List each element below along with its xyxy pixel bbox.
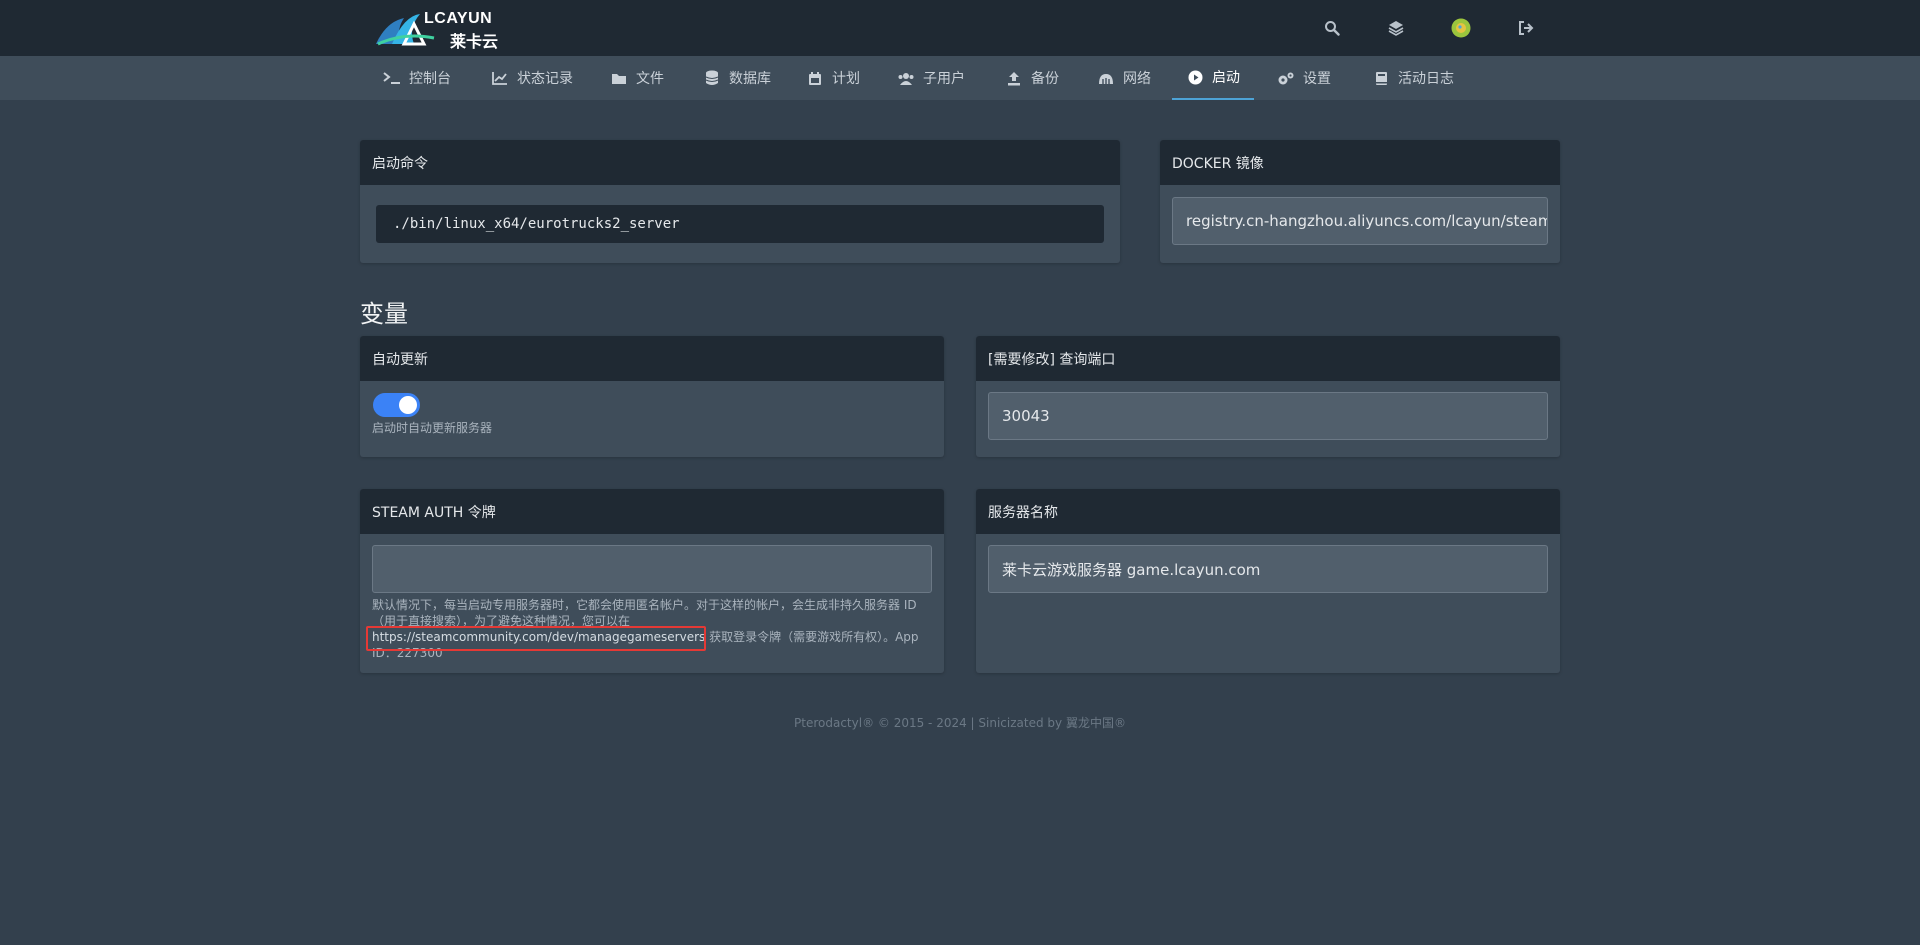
footer-copyright: Pterodactyl® © 2015 - 2024 | Sinicizated…: [794, 716, 1126, 730]
calendar-icon: [806, 70, 824, 86]
auto-update-toggle[interactable]: [373, 393, 420, 417]
tab-databases-label: 数据库: [729, 71, 771, 87]
startup-command-title: 启动命令: [360, 140, 1120, 185]
cogs-icon: [1277, 70, 1295, 86]
folder-icon: [610, 70, 628, 86]
tab-status-log-label: 状态记录: [517, 71, 573, 87]
tab-settings[interactable]: 设置: [1277, 56, 1331, 100]
lcayun-logo[interactable]: LCAYUN 莱卡云: [374, 8, 514, 51]
tab-network-label: 网络: [1123, 71, 1151, 87]
search-icon[interactable]: [1321, 17, 1343, 39]
users-icon: [897, 70, 915, 86]
docker-image-select[interactable]: registry.cn-hangzhou.aliyuncs.com/lcayun…: [1172, 197, 1548, 245]
tab-activity-log[interactable]: 活动日志: [1372, 56, 1454, 100]
tab-settings-label: 设置: [1303, 71, 1331, 87]
steam-auth-title: STEAM AUTH 令牌: [360, 489, 944, 534]
tab-databases[interactable]: 数据库: [703, 56, 771, 100]
upload-icon: [1005, 70, 1023, 86]
server-name-input[interactable]: 莱卡云游戏服务器 game.lcayun.com: [988, 545, 1548, 593]
link-highlight-box: [366, 626, 706, 651]
book-icon: [1372, 70, 1390, 86]
tab-subusers-label: 子用户: [923, 71, 965, 87]
database-icon: [703, 70, 721, 86]
tab-subusers[interactable]: 子用户: [897, 56, 965, 100]
layers-icon[interactable]: [1385, 17, 1407, 39]
tab-backups-label: 备份: [1031, 71, 1059, 87]
tab-startup-label: 启动: [1212, 70, 1240, 86]
tab-schedules[interactable]: 计划: [806, 56, 860, 100]
auto-update-card: 自动更新 启动时自动更新服务器: [360, 336, 944, 457]
docker-image-card: DOCKER 镜像 registry.cn-hangzhou.aliyuncs.…: [1160, 140, 1560, 263]
auto-update-description: 启动时自动更新服务器: [372, 421, 493, 435]
tab-backups[interactable]: 备份: [1005, 56, 1059, 100]
tab-startup[interactable]: 启动: [1172, 56, 1254, 100]
tab-files[interactable]: 文件: [610, 56, 664, 100]
logo-text: LCAYUN: [424, 10, 493, 27]
play-circle-icon: [1186, 69, 1204, 85]
startup-command-card: 启动命令 ./bin/linux_x64/eurotrucks2_server: [360, 140, 1120, 263]
auto-update-title: 自动更新: [360, 336, 944, 381]
tab-console-label: 控制台: [409, 71, 451, 87]
terminal-icon: [383, 70, 401, 86]
tab-network[interactable]: 网络: [1097, 56, 1151, 100]
chart-line-icon: [491, 70, 509, 86]
query-port-input[interactable]: 30043: [988, 392, 1548, 440]
tab-files-label: 文件: [636, 71, 664, 87]
top-bar: LCAYUN 莱卡云: [0, 0, 1920, 56]
tab-schedules-label: 计划: [832, 71, 860, 87]
server-name-title: 服务器名称: [976, 489, 1560, 534]
startup-command-value: ./bin/linux_x64/eurotrucks2_server: [376, 205, 1104, 243]
query-port-title: [需要修改] 查询端口: [976, 336, 1560, 381]
docker-image-title: DOCKER 镜像: [1160, 140, 1560, 185]
server-name-card: 服务器名称 莱卡云游戏服务器 game.lcayun.com: [976, 489, 1560, 673]
query-port-card: [需要修改] 查询端口 30043: [976, 336, 1560, 457]
variables-heading: 变量: [360, 300, 408, 328]
server-sub-nav: 控制台 状态记录 文件 数据库 计划 子用户 备份 网络 启动 设置 活动日志: [0, 56, 1920, 100]
tab-activity-log-label: 活动日志: [1398, 71, 1454, 87]
steam-auth-desc-line3-rest: 获取登录令牌（需要游戏所有权）。App: [705, 630, 919, 644]
tab-status-log[interactable]: 状态记录: [491, 56, 573, 100]
logout-icon[interactable]: [1515, 17, 1537, 39]
logo-cn-text: 莱卡云: [450, 32, 499, 51]
avatar[interactable]: [1450, 17, 1472, 39]
steam-auth-desc-line1: 默认情况下，每当启动专用服务器时，它都会使用匿名帐户。对于这样的帐户，会生成非持…: [372, 598, 917, 612]
network-icon: [1097, 70, 1115, 86]
tab-console[interactable]: 控制台: [383, 56, 451, 100]
steam-auth-input[interactable]: [372, 545, 932, 593]
toggle-knob: [399, 396, 417, 414]
